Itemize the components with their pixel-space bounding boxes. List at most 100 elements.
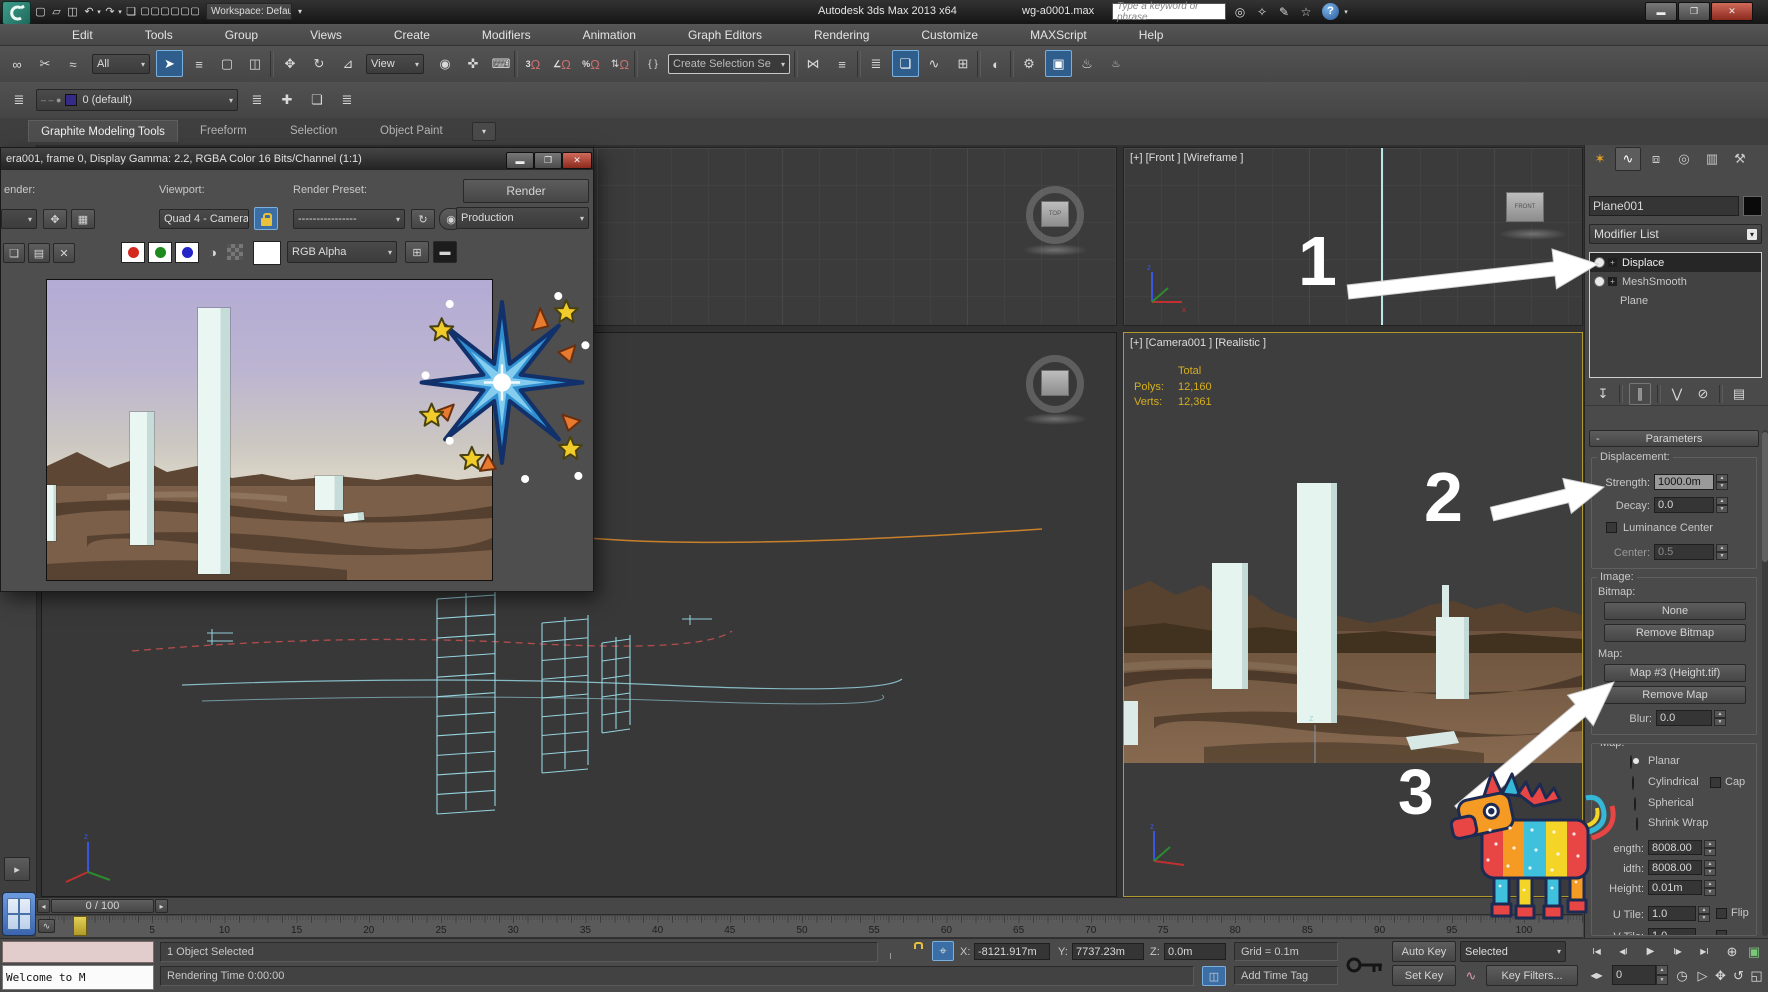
select-by-name-icon[interactable]: ≡ [186, 51, 212, 77]
viewport-front[interactable]: [+] [Front ] [Wireframe ] FRONT zx [1123, 147, 1583, 326]
rfw-layers-button[interactable]: ⊞ [405, 241, 429, 263]
go-to-end-icon[interactable]: ▶Ⅰ [1692, 941, 1717, 962]
rectangular-selection-region-icon[interactable]: ▢ [214, 51, 240, 77]
reference-coordinate-dropdown[interactable]: View▾ [366, 54, 424, 74]
pin-stack-icon[interactable]: ↧ [1593, 384, 1613, 404]
select-and-move-icon[interactable]: ✥ [277, 51, 303, 77]
schematic-view-icon[interactable]: ⊞ [950, 51, 976, 77]
zoom-extents-icon[interactable]: ▣ [1744, 941, 1764, 962]
maxscript-mini-listener-white[interactable]: Welcome to M [2, 965, 154, 990]
alpha-channel-icon[interactable] [227, 244, 243, 260]
blur-spinner[interactable]: ▲▼ [1714, 710, 1726, 726]
menu-tools[interactable]: Tools [145, 28, 173, 42]
window-crossing-icon[interactable]: ◫ [242, 51, 268, 77]
curve-editor-icon[interactable]: ∿ [921, 51, 947, 77]
blur-field[interactable]: 0.0 [1656, 710, 1712, 726]
planar-radio[interactable] [1630, 755, 1632, 769]
set-current-layer-icon[interactable]: ≣ [334, 87, 360, 113]
absolute-offset-icon[interactable]: ⌖ [932, 941, 954, 961]
close-button[interactable]: ✕ [1711, 2, 1753, 21]
communication-center-icon[interactable]: ✎ [1274, 2, 1294, 21]
background-color-swatch[interactable] [253, 241, 281, 265]
render-setup-icon[interactable]: ⚙ [1016, 51, 1042, 77]
u-flip-checkbox[interactable] [1716, 908, 1727, 919]
rfw-clear-button[interactable]: ✕ [53, 243, 75, 263]
search-advanced-icon[interactable]: ◎ [1230, 2, 1250, 21]
menu-create[interactable]: Create [394, 28, 430, 42]
key-filters-button[interactable]: Key Filters... [1486, 965, 1578, 986]
spherical-radio[interactable] [1634, 797, 1636, 811]
menu-animation[interactable]: Animation [583, 28, 636, 42]
add-time-tag-icon[interactable]: ◫ [1202, 966, 1226, 986]
current-frame-field[interactable]: 0 [1612, 965, 1656, 985]
map-button[interactable]: Map #3 (Height.tif) [1604, 664, 1746, 682]
minimize-button[interactable]: ▬ [1645, 2, 1677, 21]
auto-key-button[interactable]: Auto Key [1392, 941, 1456, 962]
scrollbar-thumb[interactable] [1762, 432, 1768, 562]
select-and-scale-icon[interactable]: ⊿ [335, 51, 361, 77]
workspace-dropdown[interactable]: Workspace: Default▾ [206, 3, 292, 20]
maxscript-mini-listener-pink[interactable] [2, 941, 154, 963]
menu-modifiers[interactable]: Modifiers [482, 28, 531, 42]
redo-caret-icon[interactable]: ▾ [116, 2, 124, 21]
rfw-compare-button[interactable]: ▬ [433, 241, 457, 263]
length-spinner[interactable]: ▲▼ [1704, 840, 1716, 855]
open-file-button[interactable]: ▱ [49, 2, 64, 21]
max-logo[interactable] [2, 1, 31, 25]
sign-in-icon[interactable]: ✧ [1252, 2, 1272, 21]
blue-channel-button[interactable] [175, 242, 199, 263]
select-and-link-icon[interactable]: ∞ [4, 51, 30, 77]
layer-explorer-icon[interactable]: ≣ [6, 87, 32, 113]
toolbar-slot-3[interactable]: ▢ [160, 2, 170, 21]
rfw-save-image-button[interactable]: ❏ [3, 243, 25, 263]
scene-explorer-icon[interactable]: ❏ [892, 50, 919, 77]
set-keys-key-icon[interactable] [1344, 945, 1386, 985]
play-animation-icon[interactable]: ▶ [1638, 941, 1663, 962]
next-frame-icon[interactable]: Ⅰ▶ [1665, 941, 1690, 962]
remove-map-button[interactable]: Remove Map [1604, 686, 1746, 704]
favorites-icon[interactable]: ☆ [1296, 2, 1316, 21]
panel-scrollbar[interactable] [1762, 430, 1768, 936]
tab-graphite-modeling-tools[interactable]: Graphite Modeling Tools [28, 120, 178, 142]
render-iterative-icon[interactable]: ♨ [1103, 51, 1129, 77]
rfw-auto-region-button[interactable]: ▦ [71, 209, 95, 229]
undo-caret-icon[interactable]: ▾ [95, 2, 103, 21]
set-key-button[interactable]: Set Key [1392, 965, 1456, 986]
menu-help[interactable]: Help [1139, 28, 1164, 42]
tab-motion[interactable]: ◎ [1671, 147, 1697, 171]
width-field[interactable]: 8008.00 [1648, 860, 1702, 875]
y-coordinate-field[interactable]: 7737.23m [1072, 943, 1144, 960]
keyboard-override-icon[interactable]: ⌨ [488, 51, 514, 77]
toolbar-slot-6[interactable]: ▢ [190, 2, 200, 21]
front-viewport-label[interactable]: [+] [Front ] [Wireframe ] [1130, 152, 1243, 164]
tab-object-paint[interactable]: Object Paint [380, 125, 443, 137]
edit-named-selections-icon[interactable]: { } [640, 51, 666, 77]
toolbar-slot-5[interactable]: ▢ [180, 2, 190, 21]
menu-graph-editors[interactable]: Graph Editors [688, 28, 762, 42]
key-mode-toggle-icon[interactable]: ◀▶ [1584, 965, 1609, 986]
search-input[interactable]: Type a keyword or phrase [1112, 3, 1226, 20]
viewcube-front[interactable]: FRONT [1506, 192, 1544, 222]
time-slider-next-button[interactable]: ▸ [155, 899, 168, 913]
rfw-lock-button[interactable] [254, 207, 278, 230]
toolbar-slot-1[interactable]: ▢ [140, 2, 150, 21]
green-channel-button[interactable] [148, 242, 172, 263]
workspace-extra-caret-icon[interactable]: ▾ [294, 3, 306, 20]
rfw-renderer-swap-button[interactable]: ↻ [411, 209, 435, 229]
rfw-print-image-button[interactable]: ▤ [28, 243, 50, 263]
tab-display[interactable]: ▥ [1699, 147, 1725, 171]
tab-create[interactable]: ✶ [1587, 147, 1613, 171]
project-folder-button[interactable]: ❏ [124, 2, 138, 21]
expand-icon[interactable]: + [1608, 277, 1617, 286]
add-time-tag-box[interactable]: Add Time Tag [1234, 966, 1338, 985]
rfw-channel-dropdown[interactable]: RGB Alpha▾ [287, 241, 397, 263]
spinner-snap-icon[interactable]: ⇅Ω [607, 51, 633, 77]
red-channel-button[interactable] [121, 242, 145, 263]
use-pivot-center-icon[interactable]: ◉ [432, 51, 458, 77]
add-selection-to-layer-icon[interactable]: ✚ [274, 87, 300, 113]
viewcube-top[interactable]: TOP [1041, 201, 1069, 227]
rfw-title-bar[interactable]: era001, frame 0, Display Gamma: 2.2, RGB… [1, 148, 593, 170]
length-field[interactable]: 8008.00 [1648, 840, 1702, 855]
align-icon[interactable]: ≡ [829, 51, 855, 77]
center-spinner[interactable]: ▲▼ [1716, 544, 1728, 560]
